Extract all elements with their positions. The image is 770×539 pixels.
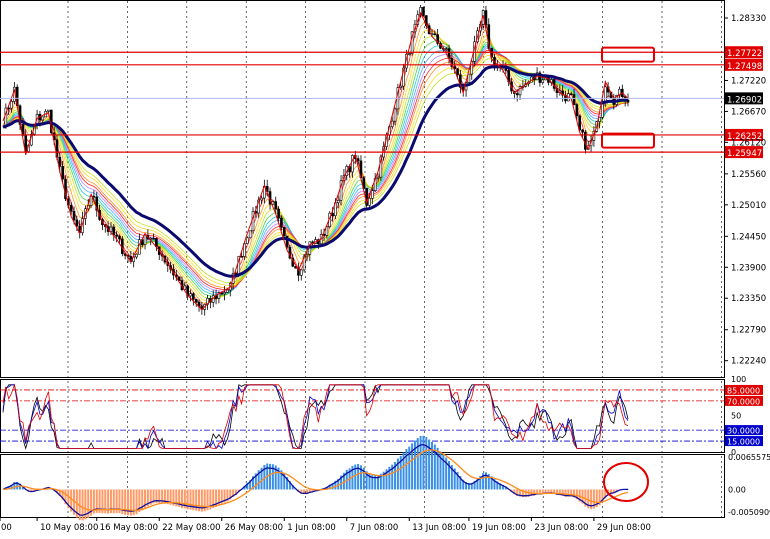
price-tick-label: 1.23900 bbox=[731, 263, 766, 273]
candle-body bbox=[192, 293, 195, 300]
main-panel-frame bbox=[0, 0, 725, 378]
macd-histogram-bar bbox=[422, 435, 425, 490]
candle-body bbox=[572, 94, 576, 105]
candle-body bbox=[376, 176, 380, 179]
price-tick-label: 1.23350 bbox=[731, 294, 766, 304]
forex-chart: 1.27722 1.27498 1.26252 1.25947 1.26902 1.283… bbox=[0, 0, 770, 535]
candle-body bbox=[336, 199, 340, 204]
candle-body bbox=[135, 253, 138, 258]
candle-body bbox=[399, 85, 403, 88]
osc-level-label: 70.0000 bbox=[727, 397, 760, 406]
oscillator-panel-frame bbox=[0, 379, 725, 453]
candle-body bbox=[575, 104, 579, 117]
candle-body bbox=[407, 53, 411, 55]
macd-histogram-bar bbox=[419, 436, 422, 490]
candle-body bbox=[456, 68, 459, 76]
osc-tick-label: 100 bbox=[731, 375, 746, 384]
candle-body bbox=[569, 93, 573, 95]
candle-body bbox=[248, 230, 252, 239]
chart-canvas: 1.277221.274981.262521.259471.269021.283… bbox=[0, 0, 770, 533]
candle-body bbox=[371, 190, 374, 199]
candle-body bbox=[299, 269, 303, 276]
candle-body bbox=[240, 255, 243, 258]
time-tick-label: 19 Jun 08:00 bbox=[472, 523, 526, 533]
candle-body bbox=[61, 166, 64, 180]
time-tick-label: 1 Jun 08:00 bbox=[287, 523, 336, 533]
price-tick-label: 1.28330 bbox=[731, 14, 766, 24]
candle-body bbox=[152, 237, 155, 240]
candle-body bbox=[194, 299, 198, 303]
candle-body bbox=[260, 197, 263, 201]
level-label: 1.25947 bbox=[727, 149, 762, 159]
candle-body bbox=[75, 219, 79, 227]
candle-body bbox=[484, 10, 488, 25]
candle-body bbox=[467, 73, 471, 83]
price-tick-label: 1.25010 bbox=[731, 201, 766, 211]
time-tick-label: 22 May 08:00 bbox=[162, 523, 220, 533]
candle-body bbox=[581, 129, 584, 133]
candle-body bbox=[41, 116, 45, 121]
price-tick-label: 1.26670 bbox=[731, 107, 766, 117]
level-label: 1.27722 bbox=[727, 49, 762, 59]
macd-tick-label: 0.00 bbox=[728, 485, 746, 494]
time-tick-label: 7 Jun 08:00 bbox=[350, 523, 399, 533]
macd-tick-label: 0.0065575 bbox=[728, 453, 770, 462]
candle-body bbox=[603, 86, 607, 102]
time-tick-label: 23 Jun 08:00 bbox=[534, 523, 588, 533]
candle-body bbox=[277, 208, 280, 219]
candle-body bbox=[112, 226, 116, 236]
price-axis: 1.277221.274981.262521.259471.269021.283… bbox=[724, 14, 770, 517]
time-tick-label: 29 Jun 08:00 bbox=[597, 523, 651, 533]
candle-body bbox=[390, 120, 394, 127]
price-tick-label: 1.27220 bbox=[731, 76, 766, 86]
candle-body bbox=[143, 234, 147, 245]
candle-body bbox=[72, 211, 76, 221]
candle-body bbox=[393, 108, 397, 122]
price-tick-label: 1.22240 bbox=[731, 357, 766, 367]
time-axis: 00 10 May 08:00 16 May 08:00 22 May 08:00 26… bbox=[0, 517, 651, 533]
price-tick-label: 1.24450 bbox=[731, 232, 766, 242]
candle-body bbox=[280, 217, 283, 228]
candle-body bbox=[226, 289, 229, 293]
candle-body bbox=[118, 236, 121, 240]
osc-level-label: 15.0000 bbox=[727, 438, 760, 447]
grid-lines bbox=[0, 0, 725, 518]
osc-level-label: 85.0000 bbox=[727, 386, 760, 395]
candle-body bbox=[246, 237, 249, 244]
osc-level-label: 30.0000 bbox=[727, 427, 760, 436]
time-tick-label: 26 May 08:00 bbox=[225, 523, 283, 533]
current-price-label: 1.26902 bbox=[727, 95, 762, 105]
candle-body bbox=[47, 109, 50, 112]
candle-body bbox=[223, 292, 226, 295]
candle-body bbox=[58, 156, 62, 167]
candle-body bbox=[282, 227, 286, 237]
time-tick-label: 10 May 08:00 bbox=[40, 523, 98, 533]
candle-body bbox=[433, 33, 437, 36]
price-tick-label: 1.25560 bbox=[731, 170, 766, 180]
candle-body bbox=[115, 234, 118, 237]
candle-body bbox=[422, 7, 425, 16]
level-label: 1.27498 bbox=[727, 62, 762, 72]
candle-body bbox=[305, 254, 309, 257]
time-tick-label: 16 May 08:00 bbox=[100, 523, 158, 533]
candle-body bbox=[356, 158, 360, 162]
osc-tick-label: 50 bbox=[731, 412, 741, 421]
candle-body bbox=[189, 293, 192, 297]
candle-body bbox=[368, 197, 371, 206]
macd-tick-label: -0.0050909 bbox=[728, 508, 770, 517]
price-tick-label: 1.22790 bbox=[731, 326, 766, 336]
candle-body bbox=[69, 204, 73, 212]
candle-body bbox=[515, 93, 519, 96]
time-tick-label: 00 bbox=[1, 523, 12, 533]
candle-body bbox=[92, 195, 96, 198]
price-tick-label: 1.26120 bbox=[731, 138, 766, 148]
time-tick-label: 13 Jun 08:00 bbox=[412, 523, 466, 533]
candle-body bbox=[541, 79, 545, 83]
candle-body bbox=[444, 48, 448, 50]
candle-body bbox=[10, 101, 13, 109]
candle-body bbox=[274, 201, 278, 210]
